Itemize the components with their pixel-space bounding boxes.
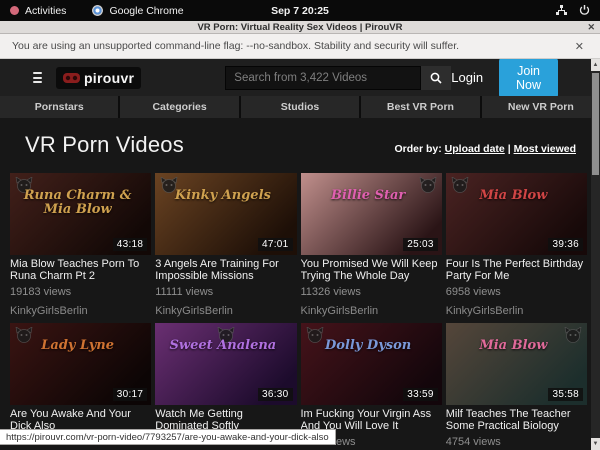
video-duration-badge: 47:01 [258, 238, 293, 251]
window-title: VR Porn: Virtual Reality Sex Videos | Pi… [197, 22, 402, 33]
system-top-bar: Activities Google Chrome Sep 7 20:25 [0, 0, 600, 21]
thumbnail-overlay-text: Mia Blow [446, 339, 581, 353]
thumbnail-overlay-text: Lady Lyne [10, 339, 145, 353]
video-title-link[interactable]: Milf Teaches The Teacher Some Practical … [446, 408, 587, 432]
video-thumbnail[interactable]: Sweet Analena 36:30 [155, 323, 296, 405]
site-logo[interactable]: pirouvr [56, 67, 141, 89]
hamburger-menu-icon[interactable] [33, 72, 42, 83]
nav-item[interactable]: Pornstars [0, 96, 118, 118]
scrollbar[interactable]: ▲ ▼ [591, 59, 600, 450]
video-thumbnail[interactable]: Billie Star 25:03 [301, 173, 442, 255]
video-thumbnail[interactable]: Mia Blow 39:36 [446, 173, 587, 255]
video-views: 19183 views [10, 286, 151, 298]
search-input[interactable] [225, 66, 421, 90]
video-duration-badge: 25:03 [403, 238, 438, 251]
warning-close-icon[interactable]: ✕ [571, 40, 588, 53]
search-icon [430, 72, 442, 84]
page-title: VR Porn Videos [25, 132, 184, 158]
nav-item[interactable]: Best VR Porn [361, 96, 479, 118]
window-close-icon[interactable]: ✕ [587, 22, 595, 33]
clock-label[interactable]: Sep 7 20:25 [0, 5, 600, 17]
thumbnail-overlay-text: Mia Blow [446, 189, 581, 203]
nav-item[interactable]: New VR Porn [482, 96, 600, 118]
network-icon[interactable] [556, 5, 567, 16]
warning-message: You are using an unsupported command-lin… [12, 40, 459, 52]
thumbnail-overlay-text: Dolly Dyson [301, 339, 436, 353]
video-thumbnail[interactable]: Dolly Dyson 33:59 [301, 323, 442, 405]
window-titlebar: VR Porn: Virtual Reality Sex Videos | Pi… [0, 21, 600, 34]
logo-text: pirouvr [84, 70, 134, 86]
video-duration-badge: 33:59 [403, 388, 438, 401]
main-nav: PornstarsCategoriesStudiosBest VR PornNe… [0, 96, 600, 118]
video-card[interactable]: Mia Blow 39:36 Four Is The Perfect Birth… [446, 173, 587, 317]
video-studio-link[interactable]: KinkyGirlsBerlin [10, 305, 151, 317]
video-title-link[interactable]: Mia Blow Teaches Porn To Runa Charm Pt 2 [10, 258, 151, 282]
status-bar-url: https://pirouvr.com/vr-porn-video/779325… [0, 429, 336, 445]
video-thumbnail[interactable]: Lady Lyne 30:17 [10, 323, 151, 405]
thumbnail-overlay-text: Kinky Angels [155, 189, 290, 203]
chrome-warning-bar: You are using an unsupported command-lin… [0, 34, 600, 59]
order-most-viewed-link[interactable]: Most viewed [514, 143, 576, 155]
thumbnail-overlay-text: Sweet Analena [155, 339, 290, 353]
video-studio-link[interactable]: KinkyGirlsBerlin [301, 305, 442, 317]
web-page: pirouvr Login Join Now PornstarsCategori… [0, 59, 600, 450]
video-views: 6958 views [446, 286, 587, 298]
search-bar [225, 66, 451, 90]
order-by-controls: Order by: Upload date | Most viewed [394, 143, 576, 158]
video-duration-badge: 30:17 [113, 388, 148, 401]
video-studio-link[interactable]: KinkyGirlsBerlin [446, 305, 587, 317]
video-grid: Runa Charm & Mia Blow 43:18 Mia Blow Tea… [0, 158, 600, 448]
scrollbar-thumb[interactable] [592, 73, 599, 175]
order-separator: | [508, 143, 511, 155]
video-title-link[interactable]: 3 Angels Are Training For Impossible Mis… [155, 258, 296, 282]
video-duration-badge: 39:36 [548, 238, 583, 251]
order-upload-date-link[interactable]: Upload date [445, 143, 505, 155]
scroll-down-arrow-icon[interactable]: ▼ [591, 438, 600, 450]
nav-item[interactable]: Studios [241, 96, 359, 118]
thumbnail-overlay-text: Billie Star [301, 189, 436, 203]
video-duration-badge: 36:30 [258, 388, 293, 401]
video-title-link[interactable]: You Promised We Will Keep Trying The Who… [301, 258, 442, 282]
video-duration-badge: 35:58 [548, 388, 583, 401]
login-link[interactable]: Login [451, 70, 483, 85]
order-by-label: Order by: [394, 143, 441, 155]
vr-goggles-icon [63, 73, 80, 83]
video-views: 11326 views [301, 286, 442, 298]
video-title-link[interactable]: Four Is The Perfect Birthday Party For M… [446, 258, 587, 282]
video-views: 11111 views [155, 286, 296, 298]
thumbnail-overlay-text: Runa Charm & Mia Blow [10, 189, 145, 216]
video-studio-link[interactable]: KinkyGirlsBerlin [155, 305, 296, 317]
video-thumbnail[interactable]: Kinky Angels 47:01 [155, 173, 296, 255]
video-views: 4754 views [446, 436, 587, 448]
video-card[interactable]: Runa Charm & Mia Blow 43:18 Mia Blow Tea… [10, 173, 151, 317]
video-card[interactable]: Kinky Angels 47:01 3 Angels Are Training… [155, 173, 296, 317]
nav-item[interactable]: Categories [120, 96, 238, 118]
join-now-button[interactable]: Join Now [499, 59, 558, 98]
power-icon[interactable] [579, 5, 590, 16]
video-thumbnail[interactable]: Runa Charm & Mia Blow 43:18 [10, 173, 151, 255]
scroll-up-arrow-icon[interactable]: ▲ [591, 59, 600, 71]
video-card[interactable]: Billie Star 25:03 You Promised We Will K… [301, 173, 442, 317]
video-duration-badge: 43:18 [113, 238, 148, 251]
search-button[interactable] [421, 66, 451, 90]
site-header: pirouvr Login Join Now [0, 59, 600, 96]
video-thumbnail[interactable]: Mia Blow 35:58 [446, 323, 587, 405]
video-card[interactable]: Mia Blow 35:58 Milf Teaches The Teacher … [446, 323, 587, 448]
